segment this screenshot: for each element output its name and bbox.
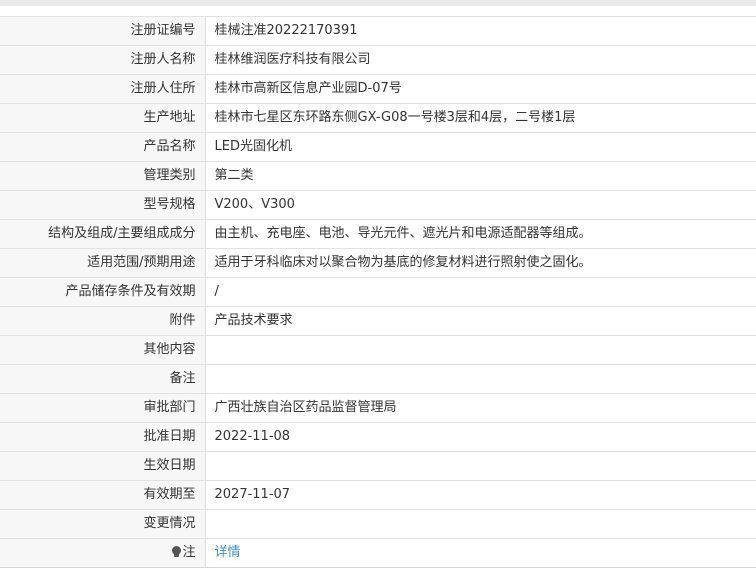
note-label: 注	[182, 545, 196, 560]
table-row: 管理类别 第二类	[0, 161, 756, 191]
row-label-note: 注	[0, 538, 206, 568]
table-row: 变更情况	[0, 509, 756, 539]
row-value-intended-use: 适用于牙科临床对以聚合物为基底的修复材料进行照射使之固化。	[205, 248, 756, 278]
table-row: 审批部门 广西壮族自治区药品监督管理局	[0, 393, 756, 423]
row-value-management-class: 第二类	[205, 161, 756, 191]
row-value-approval-date: 2022-11-08	[205, 422, 756, 452]
table-row: 有效期至 2027-11-07	[0, 480, 756, 510]
row-value-production-address: 桂林市七星区东环路东侧GX-G08一号楼3层和4层，二号楼1层	[205, 103, 756, 133]
table-row: 注 详情	[0, 538, 756, 568]
row-value-changes	[205, 509, 756, 539]
table-row: 注册证编号 桂械注准20222170391	[0, 16, 756, 46]
row-label-intended-use: 适用范围/预期用途	[0, 248, 206, 278]
row-label-product-name: 产品名称	[0, 132, 206, 162]
row-label-remarks: 备注	[0, 364, 206, 394]
row-value-note: 详情	[205, 538, 756, 568]
row-value-structure: 由主机、充电座、电池、导光元件、遮光片和电源适配器等组成。	[205, 219, 756, 249]
row-value-registrant-name: 桂林维润医疗科技有限公司	[205, 45, 756, 75]
row-value-storage: /	[205, 277, 756, 307]
row-label-approval-dept: 审批部门	[0, 393, 206, 423]
table-row: 生效日期	[0, 451, 756, 481]
registration-detail-table: 注册证编号 桂械注准20222170391 注册人名称 桂林维润医疗科技有限公司…	[0, 16, 756, 568]
row-value-remarks	[205, 364, 756, 394]
row-value-other	[205, 335, 756, 365]
table-row: 其他内容	[0, 335, 756, 365]
table-row: 注册人住所 桂林市高新区信息产业园D-07号	[0, 74, 756, 104]
table-row: 注册人名称 桂林维润医疗科技有限公司	[0, 45, 756, 75]
row-value-registration-no: 桂械注准20222170391	[205, 16, 756, 46]
row-label-other: 其他内容	[0, 335, 206, 365]
table-row: 附件 产品技术要求	[0, 306, 756, 336]
row-label-valid-until: 有效期至	[0, 480, 206, 510]
table-row: 批准日期 2022-11-08	[0, 422, 756, 452]
table-row: 型号规格 V200、V300	[0, 190, 756, 220]
lightbulb-icon	[172, 546, 182, 558]
table-row: 产品储存条件及有效期 /	[0, 277, 756, 307]
row-label-production-address: 生产地址	[0, 103, 206, 133]
row-value-attachment: 产品技术要求	[205, 306, 756, 336]
row-label-registrant-address: 注册人住所	[0, 74, 206, 104]
row-label-registration-no: 注册证编号	[0, 16, 206, 46]
row-value-product-name: LED光固化机	[205, 132, 756, 162]
row-value-approval-dept: 广西壮族自治区药品监督管理局	[205, 393, 756, 423]
row-label-registrant-name: 注册人名称	[0, 45, 206, 75]
row-label-model-spec: 型号规格	[0, 190, 206, 220]
row-label-approval-date: 批准日期	[0, 422, 206, 452]
row-value-valid-until: 2027-11-07	[205, 480, 756, 510]
row-label-management-class: 管理类别	[0, 161, 206, 191]
table-row: 备注	[0, 364, 756, 394]
details-link[interactable]: 详情	[215, 545, 241, 560]
table-row: 适用范围/预期用途 适用于牙科临床对以聚合物为基底的修复材料进行照射使之固化。	[0, 248, 756, 278]
row-value-registrant-address: 桂林市高新区信息产业园D-07号	[205, 74, 756, 104]
row-label-effective-date: 生效日期	[0, 451, 206, 481]
row-label-storage: 产品储存条件及有效期	[0, 277, 206, 307]
table-row: 产品名称 LED光固化机	[0, 132, 756, 162]
row-label-changes: 变更情况	[0, 509, 206, 539]
top-band	[0, 0, 756, 6]
row-label-attachment: 附件	[0, 306, 206, 336]
table-row: 生产地址 桂林市七星区东环路东侧GX-G08一号楼3层和4层，二号楼1层	[0, 103, 756, 133]
row-label-structure: 结构及组成/主要组成成分	[0, 219, 206, 249]
row-value-model-spec: V200、V300	[205, 190, 756, 220]
table-row: 结构及组成/主要组成成分 由主机、充电座、电池、导光元件、遮光片和电源适配器等组…	[0, 219, 756, 249]
row-value-effective-date	[205, 451, 756, 481]
